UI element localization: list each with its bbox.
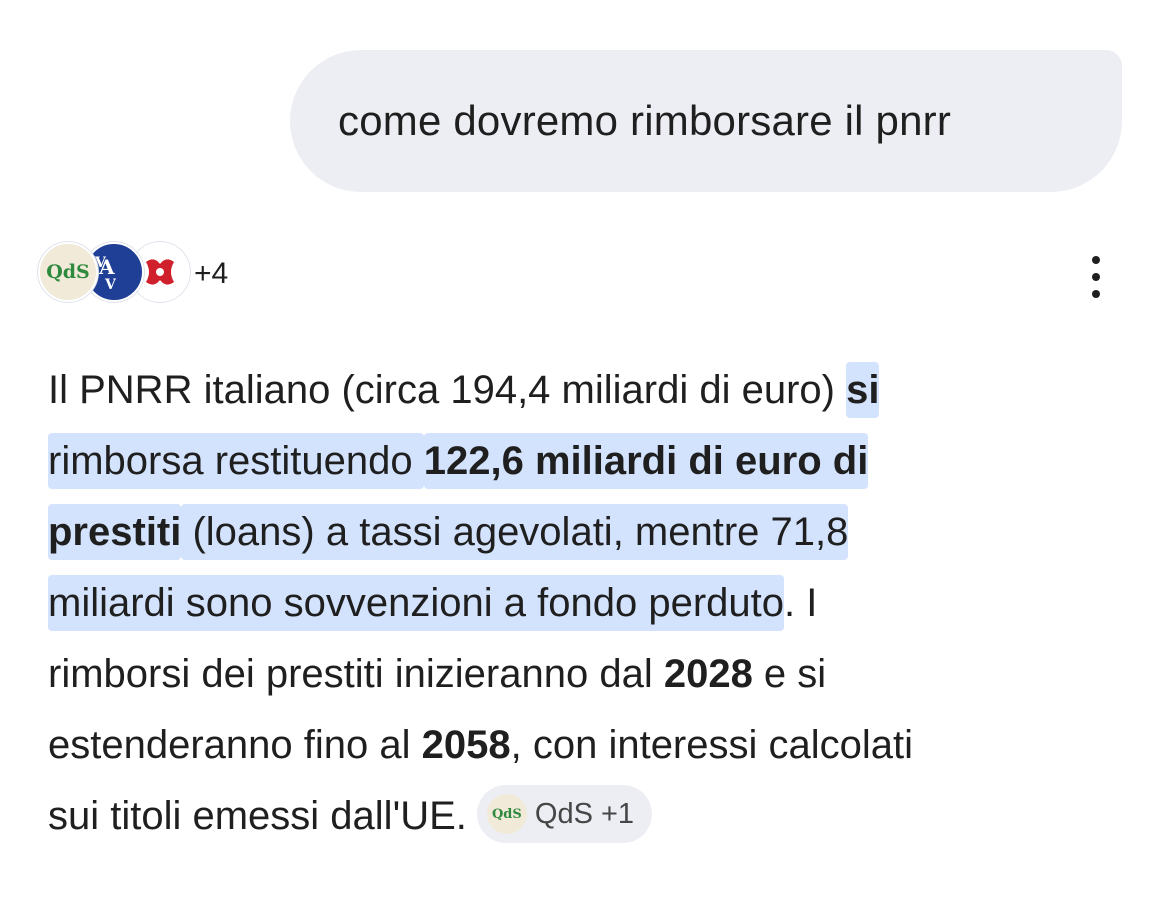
- answer-text-segment: sui titoli emessi dall'UE.: [48, 794, 467, 838]
- answer-line: Il PNRR italiano (circa 194,4 miliardi d…: [48, 355, 1128, 426]
- answer-line-text: sui titoli emessi dall'UE.: [48, 794, 467, 838]
- more-options-dot: [1092, 290, 1100, 298]
- user-query-bubble: come dovremo rimborsare il pnrr: [290, 50, 1122, 192]
- answer-line: sui titoli emessi dall'UE. QdS QdS +1: [48, 781, 1128, 852]
- answer-text-segment: e si: [752, 652, 827, 696]
- answer-text-segment: (loans) a tassi agevolati, mentre 71,8: [181, 504, 849, 560]
- answer-text-segment: si: [846, 362, 880, 418]
- answer-line: prestiti (loans) a tassi agevolati, ment…: [48, 497, 1128, 568]
- answer-text-segment: 2028: [663, 652, 753, 696]
- more-options-dot: [1092, 273, 1100, 281]
- answer-text-segment: 2058: [421, 723, 511, 767]
- answer-paragraph: Il PNRR italiano (circa 194,4 miliardi d…: [48, 355, 1128, 852]
- svg-text:V: V: [104, 277, 117, 293]
- answer-line: estenderanno fino al 2058, con interessi…: [48, 710, 1128, 781]
- answer-text-segment: Il PNRR italiano (circa 194,4 miliardi d…: [48, 368, 847, 412]
- answer-text-segment: prestiti: [48, 504, 182, 560]
- source-logo-qds: QdS: [38, 242, 98, 302]
- answer-text-segment: miliardi sono sovvenzioni a fondo perdut…: [48, 575, 784, 631]
- citation-logo-text: QdS: [491, 806, 522, 822]
- sources-more-count[interactable]: +4: [194, 257, 228, 291]
- source-logo-stack[interactable]: QdS A V V: [38, 242, 190, 306]
- answer-text-segment: rimborsi dei prestiti inizieranno dal: [48, 652, 664, 696]
- answer-text-segment: , con interessi calcolati: [510, 723, 914, 767]
- answer-line: rimborsi dei prestiti inizieranno dal 20…: [48, 639, 1128, 710]
- answer-text-segment: 122,6 miliardi di euro di: [423, 433, 869, 489]
- answer-text-segment: estenderanno fino al: [48, 723, 422, 767]
- answer-line: miliardi sono sovvenzioni a fondo perdut…: [48, 568, 1128, 639]
- more-options-dot: [1092, 256, 1100, 264]
- answer-line: rimborsa restituendo 122,6 miliardi di e…: [48, 426, 1128, 497]
- citation-label: QdS +1: [534, 797, 635, 830]
- citation-chip[interactable]: QdS QdS +1: [476, 785, 653, 844]
- citation-logo-icon: QdS: [486, 794, 527, 835]
- source-logo-qds-text: QdS: [46, 261, 90, 283]
- answer-text-segment: rimborsa restituendo: [48, 433, 424, 489]
- more-options-icon[interactable]: [1078, 256, 1114, 298]
- sources-row[interactable]: QdS A V V +4: [38, 242, 228, 306]
- answer-text-segment: . I: [784, 581, 818, 625]
- user-query-text: come dovremo rimborsare il pnrr: [338, 97, 952, 144]
